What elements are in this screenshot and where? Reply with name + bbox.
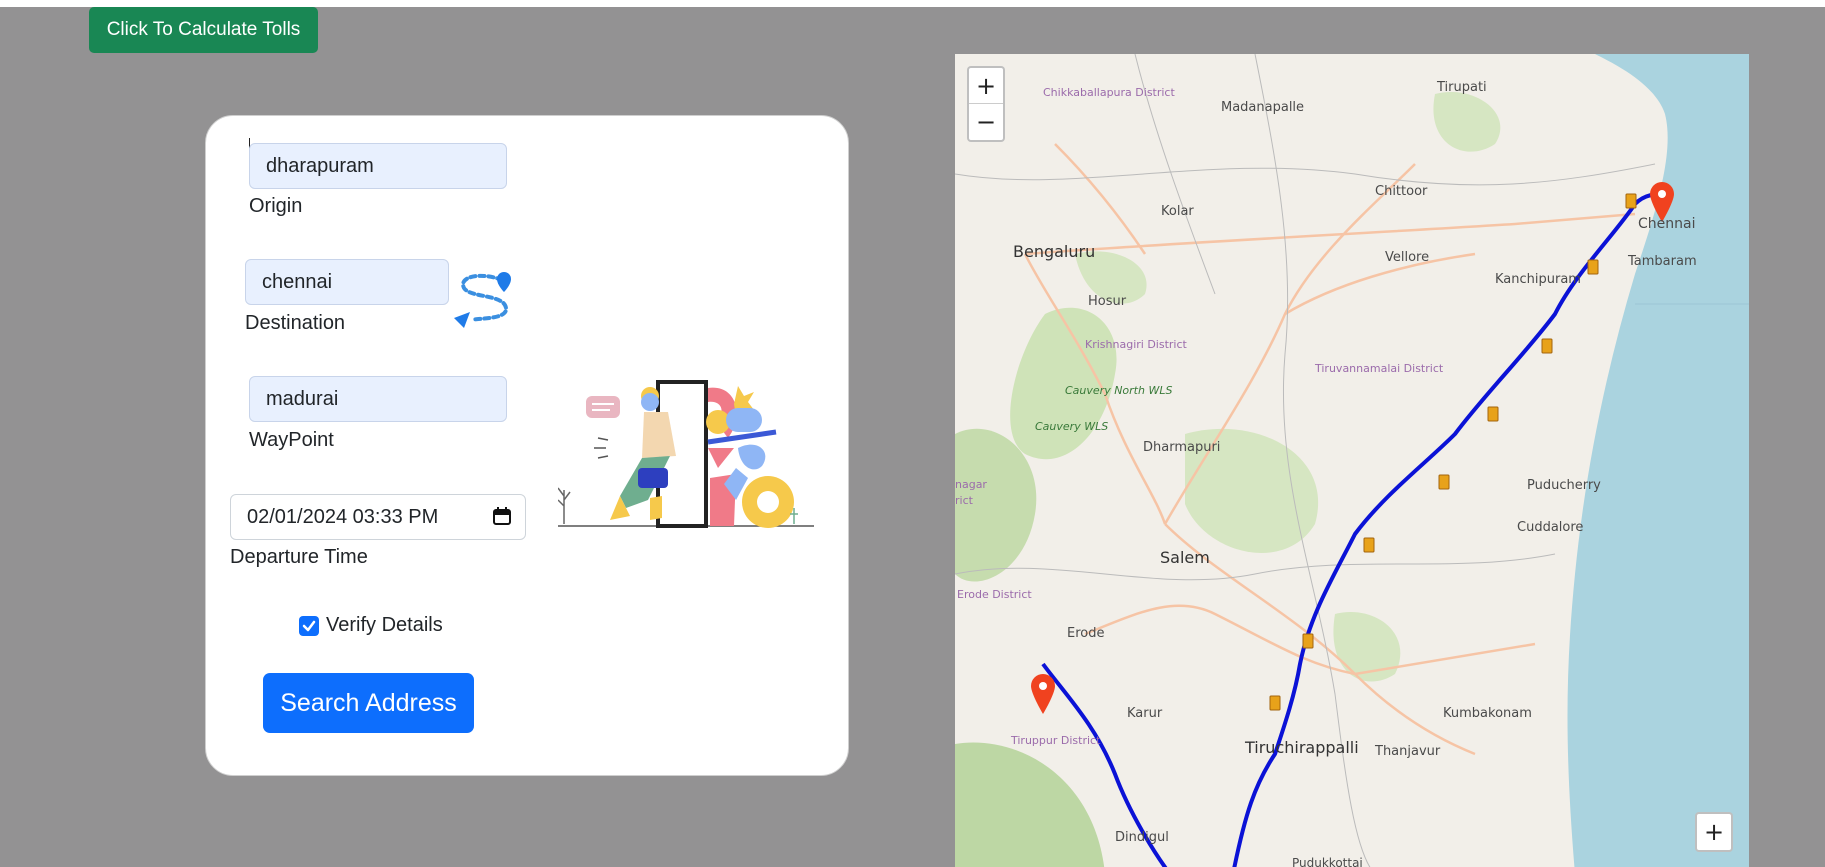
zoom-in-button[interactable]: + — [969, 68, 1003, 104]
map-label-kanchipuram: Kanchipuram — [1495, 272, 1581, 287]
zoom-in-button-secondary[interactable]: + — [1697, 814, 1731, 850]
departure-time-value: 02/01/2024 03:33 PM — [247, 506, 439, 528]
map-label-chikkaballapura: Chikkaballapura District — [1043, 86, 1175, 99]
app-background: Click To Calculate Tolls dharapuram Orig… — [0, 7, 1825, 867]
map-label-tiruvannamalai: Tiruvannamalai District — [1315, 362, 1444, 375]
map-label-rict: rict — [955, 494, 973, 507]
destination-label: Destination — [245, 312, 346, 334]
zoom-out-button[interactable]: − — [969, 104, 1003, 140]
route-map[interactable]: Tirupati Chikkaballapura District Madana… — [955, 54, 1749, 867]
map-label-dharmapuri: Dharmapuri — [1143, 440, 1221, 455]
map-label-kumbakonam: Kumbakonam — [1443, 706, 1532, 721]
checkmark-icon — [302, 620, 316, 632]
map-label-cuddalore: Cuddalore — [1517, 520, 1584, 535]
departure-time-input[interactable]: 02/01/2024 03:33 PM — [230, 494, 526, 540]
map-label-bengaluru: Bengaluru — [1013, 242, 1096, 261]
verify-label: Verify Details — [326, 614, 443, 636]
route-path-icon — [454, 272, 511, 328]
map-label-puducherry: Puducherry — [1527, 478, 1601, 493]
map-label-thanjavur: Thanjavur — [1375, 744, 1441, 759]
address-form-card: dharapuram Origin chennai Destination ma… — [205, 115, 849, 776]
map-label-tirupati: Tirupati — [1437, 80, 1487, 95]
calculate-tolls-button[interactable]: Click To Calculate Tolls — [89, 7, 318, 53]
map-label-karur: Karur — [1127, 706, 1163, 721]
map-zoom-control-secondary: + — [1695, 812, 1733, 852]
waypoint-label: WayPoint — [249, 429, 334, 451]
map-label-kolar: Kolar — [1161, 204, 1194, 219]
map-zoom-control: + − — [967, 66, 1005, 142]
waypoint-input[interactable]: madurai — [249, 376, 507, 422]
map-label-cauvery: Cauvery WLS — [1035, 420, 1109, 433]
map-label-dindigul: Dindigul — [1115, 830, 1169, 845]
map-label-chittoor: Chittoor — [1375, 184, 1428, 199]
map-label-nagar: nagar — [955, 478, 987, 491]
map-label-salem: Salem — [1160, 548, 1210, 567]
map-label-pudukkottai: Pudukkottai — [1292, 856, 1363, 867]
verify-checkbox[interactable] — [299, 616, 319, 636]
map-label-krishnagiri: Krishnagiri District — [1085, 338, 1187, 351]
map-label-tambaram: Tambaram — [1628, 254, 1697, 269]
origin-input[interactable]: dharapuram — [249, 143, 507, 189]
map-label-erode: Erode — [1067, 626, 1105, 641]
map-label-hosur: Hosur — [1088, 294, 1127, 309]
map-label-cauvery-north: Cauvery North WLS — [1065, 384, 1173, 397]
map-label-madanapalle: Madanapalle — [1221, 100, 1305, 115]
map-label-chennai: Chennai — [1638, 216, 1696, 232]
departure-time-label: Departure Time — [230, 546, 368, 568]
origin-label: Origin — [249, 195, 303, 217]
map-label-tiruppur: Tiruppur District — [1011, 734, 1101, 747]
destination-input[interactable]: chennai — [245, 259, 449, 305]
calendar-icon[interactable] — [493, 507, 511, 525]
search-address-button[interactable]: Search Address — [263, 673, 474, 733]
map-label-vellore: Vellore — [1385, 250, 1430, 265]
person-door-illustration — [558, 380, 814, 528]
map-label-tiruchirappalli: Tiruchirappalli — [1245, 738, 1359, 757]
map-label-erode-district: Erode District — [957, 588, 1032, 601]
